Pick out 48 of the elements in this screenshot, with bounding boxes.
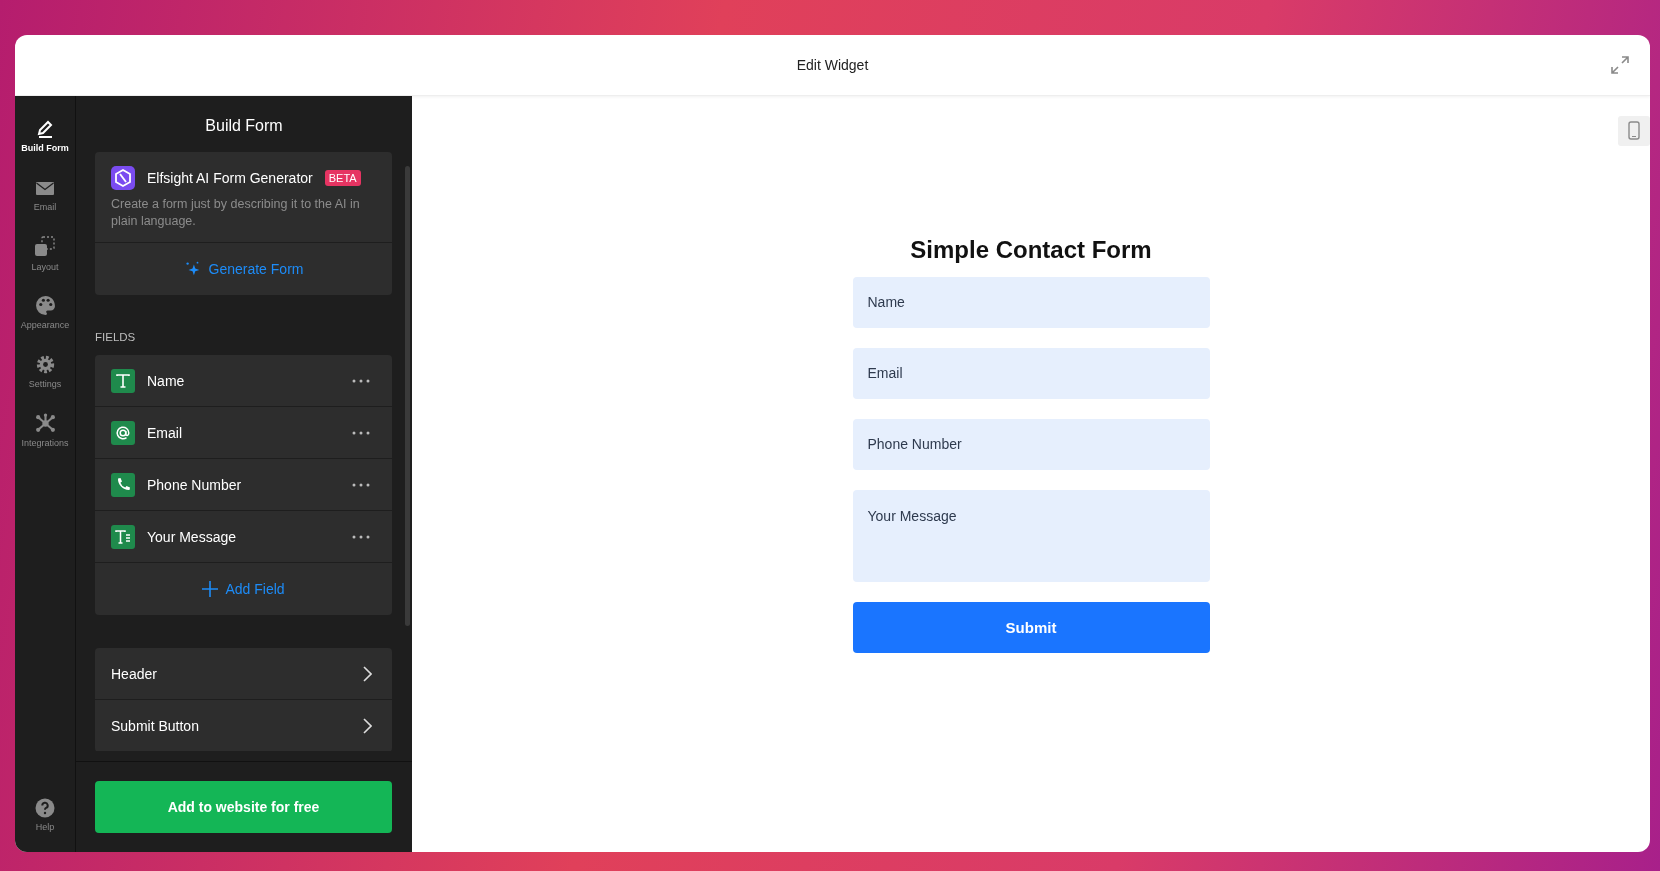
- window-title: Edit Widget: [796, 57, 869, 73]
- settings-icon: [34, 354, 56, 375]
- text-area-icon: [111, 524, 135, 549]
- input-field[interactable]: Email: [852, 347, 1210, 399]
- input-field[interactable]: Phone Number: [852, 418, 1210, 470]
- panel-title: Build Form: [204, 116, 284, 136]
- at-sign-icon: [111, 420, 135, 445]
- help-icon: [35, 797, 55, 818]
- nav-item[interactable]: Layout: [15, 224, 75, 283]
- layout-icon: [34, 235, 56, 258]
- field-item[interactable]: Your Message: [95, 511, 392, 563]
- chevron-right-icon: [362, 717, 372, 734]
- add-field-button[interactable]: Add Field: [95, 563, 392, 615]
- palette-icon: [34, 295, 56, 316]
- beta-badge: BETA: [324, 170, 361, 186]
- form-title: Simple Contact Form: [909, 235, 1153, 264]
- phone-icon: [111, 472, 135, 497]
- field-item[interactable]: Name: [95, 355, 392, 407]
- add-to-website-button[interactable]: Add to website for free: [95, 781, 392, 833]
- section-item[interactable]: Header: [95, 648, 392, 700]
- field-item[interactable]: Email: [95, 407, 392, 459]
- nav-item[interactable]: Build Form: [15, 106, 75, 165]
- scrollbar[interactable]: [405, 166, 410, 626]
- generate-form-button[interactable]: Generate Form: [95, 243, 392, 295]
- ai-generator-description: Create a form just by describing it to the AI in plain language.: [111, 196, 361, 230]
- message-field[interactable]: Your Message: [852, 489, 1210, 582]
- text-field-icon: [111, 368, 135, 393]
- more-options-icon[interactable]: [352, 430, 370, 435]
- nav-item[interactable]: Email: [15, 165, 75, 224]
- submit-button[interactable]: Submit: [852, 601, 1210, 653]
- fields-heading: FIELDS: [95, 330, 137, 345]
- field-item[interactable]: Phone Number: [95, 459, 392, 511]
- more-options-icon[interactable]: [352, 482, 370, 487]
- expand-icon[interactable]: [1610, 55, 1630, 75]
- nav-item[interactable]: Settings: [15, 342, 75, 401]
- plus-icon: [202, 581, 219, 597]
- network-icon: [34, 413, 56, 434]
- more-options-icon[interactable]: [352, 534, 370, 539]
- ai-logo-icon: [111, 166, 135, 190]
- help-button[interactable]: Help: [15, 785, 75, 844]
- input-field[interactable]: Name: [852, 276, 1210, 328]
- chevron-right-icon: [362, 665, 372, 682]
- pencil-icon: [35, 118, 55, 139]
- nav-item[interactable]: Appearance: [15, 283, 75, 342]
- more-options-icon[interactable]: [352, 378, 370, 383]
- section-item[interactable]: Submit Button: [95, 700, 392, 752]
- nav-item[interactable]: Integrations: [15, 401, 75, 460]
- ai-generator-title: Elfsight AI Form Generator: [147, 170, 313, 186]
